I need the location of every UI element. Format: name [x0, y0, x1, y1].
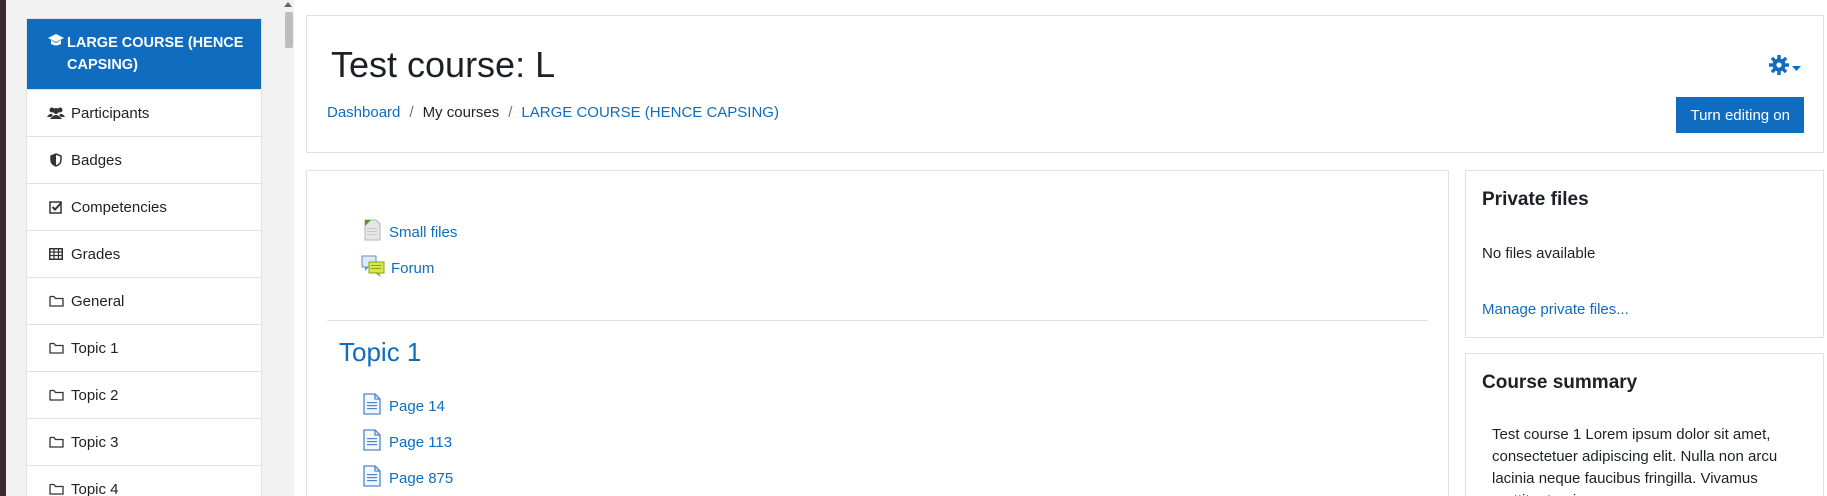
folder-icon [47, 436, 65, 448]
drawer-item-label: Participants [71, 104, 150, 122]
activity-page-113[interactable]: Page 113 [361, 428, 452, 456]
drawer-item-label: Topic 1 [71, 339, 119, 357]
activity-page-875[interactable]: Page 875 [361, 464, 453, 492]
drawer-item-label: Grades [71, 245, 121, 263]
users-icon [47, 106, 65, 120]
drawer-item-label: Topic 3 [71, 433, 119, 451]
turn-editing-on-button[interactable]: Turn editing on [1676, 97, 1804, 133]
drawer-item-label: Competencies [71, 198, 167, 216]
checkbox-icon [47, 200, 65, 214]
section-title-topic-1[interactable]: Topic 1 [339, 337, 421, 368]
chevron-down-icon [1792, 59, 1801, 76]
activity-label: Page 875 [389, 469, 454, 487]
drawer-item-grades[interactable]: Grades [27, 230, 261, 277]
drawer-item-label: General [71, 292, 125, 310]
activity-small-files[interactable]: Small files [361, 218, 457, 246]
forum-icon [361, 254, 385, 282]
breadcrumb-course[interactable]: LARGE COURSE (HENCE CAPSING) [521, 104, 779, 121]
file-icon [361, 218, 383, 246]
activity-forum[interactable]: Forum [361, 254, 434, 282]
drawer-item-label: Badges [71, 151, 122, 169]
page-title: Test course: L [331, 44, 556, 85]
course-actions-menu[interactable] [1768, 54, 1801, 80]
breadcrumb-separator: / [409, 104, 414, 121]
drawer-list: LARGE COURSE (HENCE CAPSING) Participant… [26, 18, 262, 496]
course-content: Small files Forum Topic 1 Page 14 Page 1… [306, 170, 1449, 496]
scroll-thumb[interactable] [285, 12, 293, 48]
drawer-item-topic-4[interactable]: Topic 4 [27, 465, 261, 496]
drawer-scrollbar[interactable] [283, 0, 294, 496]
gear-icon [1768, 54, 1790, 80]
folder-icon [47, 389, 65, 401]
drawer-item-topic-1[interactable]: Topic 1 [27, 324, 261, 371]
breadcrumb-separator: / [508, 104, 513, 121]
block-title: Private files [1482, 189, 1589, 210]
nav-drawer: LARGE COURSE (HENCE CAPSING) Participant… [6, 0, 294, 496]
drawer-item-topic-2[interactable]: Topic 2 [27, 371, 261, 418]
page-icon [361, 464, 383, 492]
drawer-item-label: Topic 2 [71, 386, 119, 404]
drawer-item-label: Topic 4 [71, 480, 119, 496]
page-icon [361, 428, 383, 456]
activity-label: Small files [389, 223, 458, 241]
block-title: Course summary [1482, 372, 1638, 393]
folder-icon [47, 342, 65, 354]
course-summary-text: Test course 1 Lorem ipsum dolor sit amet… [1492, 426, 1778, 496]
activity-label: Page 113 [389, 433, 453, 451]
private-files-block: Private files No files available Manage … [1465, 170, 1824, 338]
activity-page-14[interactable]: Page 14 [361, 392, 445, 420]
scroll-up-arrow-icon[interactable] [284, 2, 292, 7]
drawer-item-general[interactable]: General [27, 277, 261, 324]
folder-icon [47, 295, 65, 307]
shield-icon [47, 153, 65, 167]
manage-private-files-link[interactable]: Manage private files... [1482, 301, 1629, 318]
breadcrumb: Dashboard / My courses / LARGE COURSE (H… [327, 104, 779, 121]
graduation-cap-icon [47, 32, 65, 48]
private-files-empty: No files available [1482, 245, 1596, 262]
drawer-item-course[interactable]: LARGE COURSE (HENCE CAPSING) [27, 19, 261, 89]
drawer-item-topic-3[interactable]: Topic 3 [27, 418, 261, 465]
drawer-course-label: LARGE COURSE (HENCE CAPSING) [67, 35, 244, 73]
page-header: Test course: L Dashboard / My courses / … [306, 15, 1824, 153]
drawer-item-participants[interactable]: Participants [27, 89, 261, 136]
drawer-item-badges[interactable]: Badges [27, 136, 261, 183]
activity-label: Page 14 [389, 397, 445, 415]
course-summary-block: Course summary Test course 1 Lorem ipsum… [1465, 353, 1824, 496]
section-divider [327, 320, 1428, 321]
activity-label: Forum [391, 259, 435, 277]
table-icon [47, 248, 65, 260]
page-icon [361, 392, 383, 420]
drawer-item-competencies[interactable]: Competencies [27, 183, 261, 230]
folder-icon [47, 483, 65, 495]
breadcrumb-my-courses: My courses [422, 104, 500, 121]
breadcrumb-dashboard[interactable]: Dashboard [327, 104, 400, 121]
